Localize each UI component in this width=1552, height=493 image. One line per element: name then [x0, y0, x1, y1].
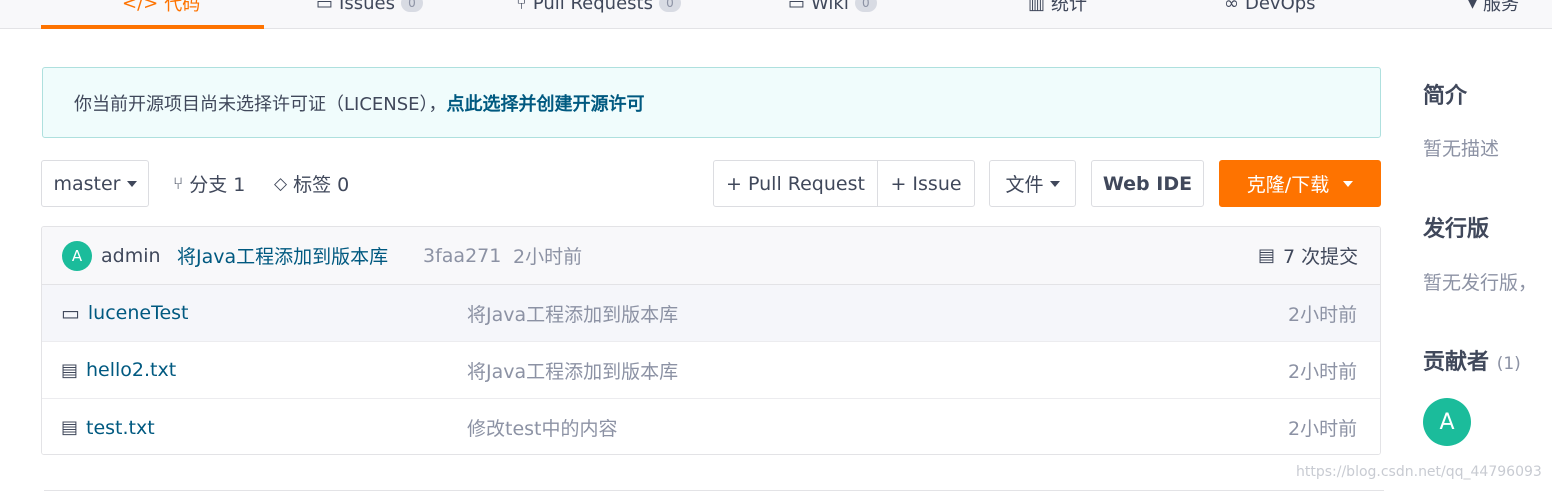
- wiki-count-badge: 0: [854, 0, 877, 12]
- commit-avatar-cell: A: [62, 227, 92, 284]
- latest-commit-row: A admin 将Java工程添加到版本库 3faa271 2小时前 ▤ 7 次…: [42, 227, 1380, 285]
- tab-services[interactable]: ▾ 服务: [1468, 0, 1519, 18]
- new-issue-button[interactable]: + Issue: [877, 160, 975, 207]
- active-tab-indicator: [41, 25, 264, 29]
- tab-devops[interactable]: ∞ DevOps: [1224, 0, 1316, 18]
- create-license-link[interactable]: 点此选择并创建开源许可: [447, 90, 645, 116]
- file-commit-message[interactable]: 将Java工程添加到版本库: [467, 342, 678, 398]
- file-text-icon: ▤: [61, 359, 79, 381]
- file-text-icon: ▤: [61, 417, 79, 438]
- file-name-cell: ▭ luceneTest: [61, 285, 189, 341]
- intro-heading: 简介: [1423, 84, 1468, 109]
- table-row[interactable]: ▭ luceneTest 将Java工程添加到版本库 2小时前: [42, 285, 1380, 342]
- file-name-cell: ▤ test.txt: [61, 399, 155, 454]
- release-heading: 发行版: [1423, 217, 1490, 242]
- contributors-title: 贡献者: [1423, 350, 1490, 375]
- chart-icon: ▥: [1028, 0, 1046, 14]
- contributors-heading: 贡献者 (1): [1423, 344, 1521, 376]
- file-menu-button[interactable]: 文件: [989, 160, 1076, 207]
- caret-down-icon: [1049, 180, 1060, 187]
- file-commit-time: 2小时前: [1288, 303, 1358, 326]
- clone-download-button[interactable]: 克隆/下载: [1219, 160, 1381, 207]
- release-text: 暂无发行版，: [1423, 272, 1538, 294]
- file-link[interactable]: luceneTest: [88, 302, 189, 324]
- clone-download-label: 克隆/下载: [1246, 174, 1330, 196]
- file-commit-time: 2小时前: [1288, 360, 1358, 383]
- tab-issues[interactable]: ▭ Issues 0: [316, 0, 423, 18]
- pull-request-icon: ⑂: [516, 0, 527, 14]
- document-list-icon: ▤: [1258, 245, 1276, 266]
- web-ide-button[interactable]: Web IDE: [1091, 160, 1204, 207]
- branches-link[interactable]: ⑂ 分支 1: [173, 160, 245, 207]
- new-pull-request-button[interactable]: + Pull Request: [713, 160, 878, 207]
- tab-stats[interactable]: ▥ 统计: [1028, 0, 1087, 18]
- contributors-count: (1): [1496, 354, 1521, 374]
- divider: [44, 490, 1384, 491]
- file-link[interactable]: test.txt: [86, 417, 155, 439]
- issues-count-badge: 0: [400, 0, 423, 12]
- avatar[interactable]: A: [1423, 398, 1471, 446]
- file-commit-message[interactable]: 将Java工程添加到版本库: [467, 285, 678, 341]
- book-icon: ▭: [788, 0, 806, 14]
- table-row[interactable]: ▤ hello2.txt 将Java工程添加到版本库 2小时前: [42, 342, 1380, 399]
- license-banner-text: 你当前开源项目尚未选择许可证（LICENSE），: [74, 93, 447, 115]
- infinity-icon: ∞: [1224, 0, 1239, 14]
- code-icon: </>: [122, 0, 159, 14]
- branch-select[interactable]: master: [41, 160, 149, 207]
- file-link[interactable]: hello2.txt: [86, 359, 176, 381]
- tab-code[interactable]: </> 代码: [122, 0, 200, 18]
- commit-author[interactable]: admin: [101, 227, 161, 284]
- caret-down-icon: [1343, 180, 1354, 187]
- issue-icon: ▭: [316, 0, 334, 14]
- file-commit-time: 2小时前: [1288, 418, 1358, 440]
- avatar[interactable]: A: [62, 240, 92, 271]
- tag-icon: ◇: [274, 173, 288, 194]
- commit-message[interactable]: 将Java工程添加到版本库: [177, 227, 388, 284]
- caret-down-icon: [126, 180, 137, 187]
- license-banner: 你当前开源项目尚未选择许可证（LICENSE）， 点此选择并创建开源许可: [42, 67, 1381, 138]
- tab-pull-requests[interactable]: ⑂ Pull Requests 0: [516, 0, 681, 18]
- commit-hash[interactable]: 3faa271: [423, 227, 501, 284]
- commit-time: 2小时前: [513, 246, 583, 268]
- tab-wiki[interactable]: ▭ Wiki 0: [788, 0, 877, 18]
- table-row[interactable]: ▤ test.txt 修改test中的内容 2小时前: [42, 399, 1380, 454]
- intro-text: 暂无描述: [1423, 138, 1500, 160]
- watermark: https://blog.csdn.net/qq_44796093: [1296, 464, 1542, 480]
- file-name-cell: ▤ hello2.txt: [61, 342, 176, 398]
- chevron-down-icon: ▾: [1468, 0, 1478, 14]
- file-menu-label: 文件: [1005, 174, 1044, 196]
- folder-icon: ▭: [61, 301, 80, 325]
- branch-select-label: master: [53, 172, 121, 195]
- file-commit-message[interactable]: 修改test中的内容: [467, 399, 618, 454]
- pull-requests-count-badge: 0: [658, 0, 681, 12]
- repo-tab-bar: </> 代码 ▭ Issues 0 ⑂ Pull Requests 0 ▭ Wi…: [0, 0, 1552, 29]
- tags-link[interactable]: ◇ 标签 0: [274, 160, 349, 207]
- branch-icon: ⑂: [173, 173, 184, 194]
- commits-count-link[interactable]: ▤ 7 次提交: [1258, 227, 1358, 284]
- file-table: A admin 将Java工程添加到版本库 3faa271 2小时前 ▤ 7 次…: [41, 226, 1381, 455]
